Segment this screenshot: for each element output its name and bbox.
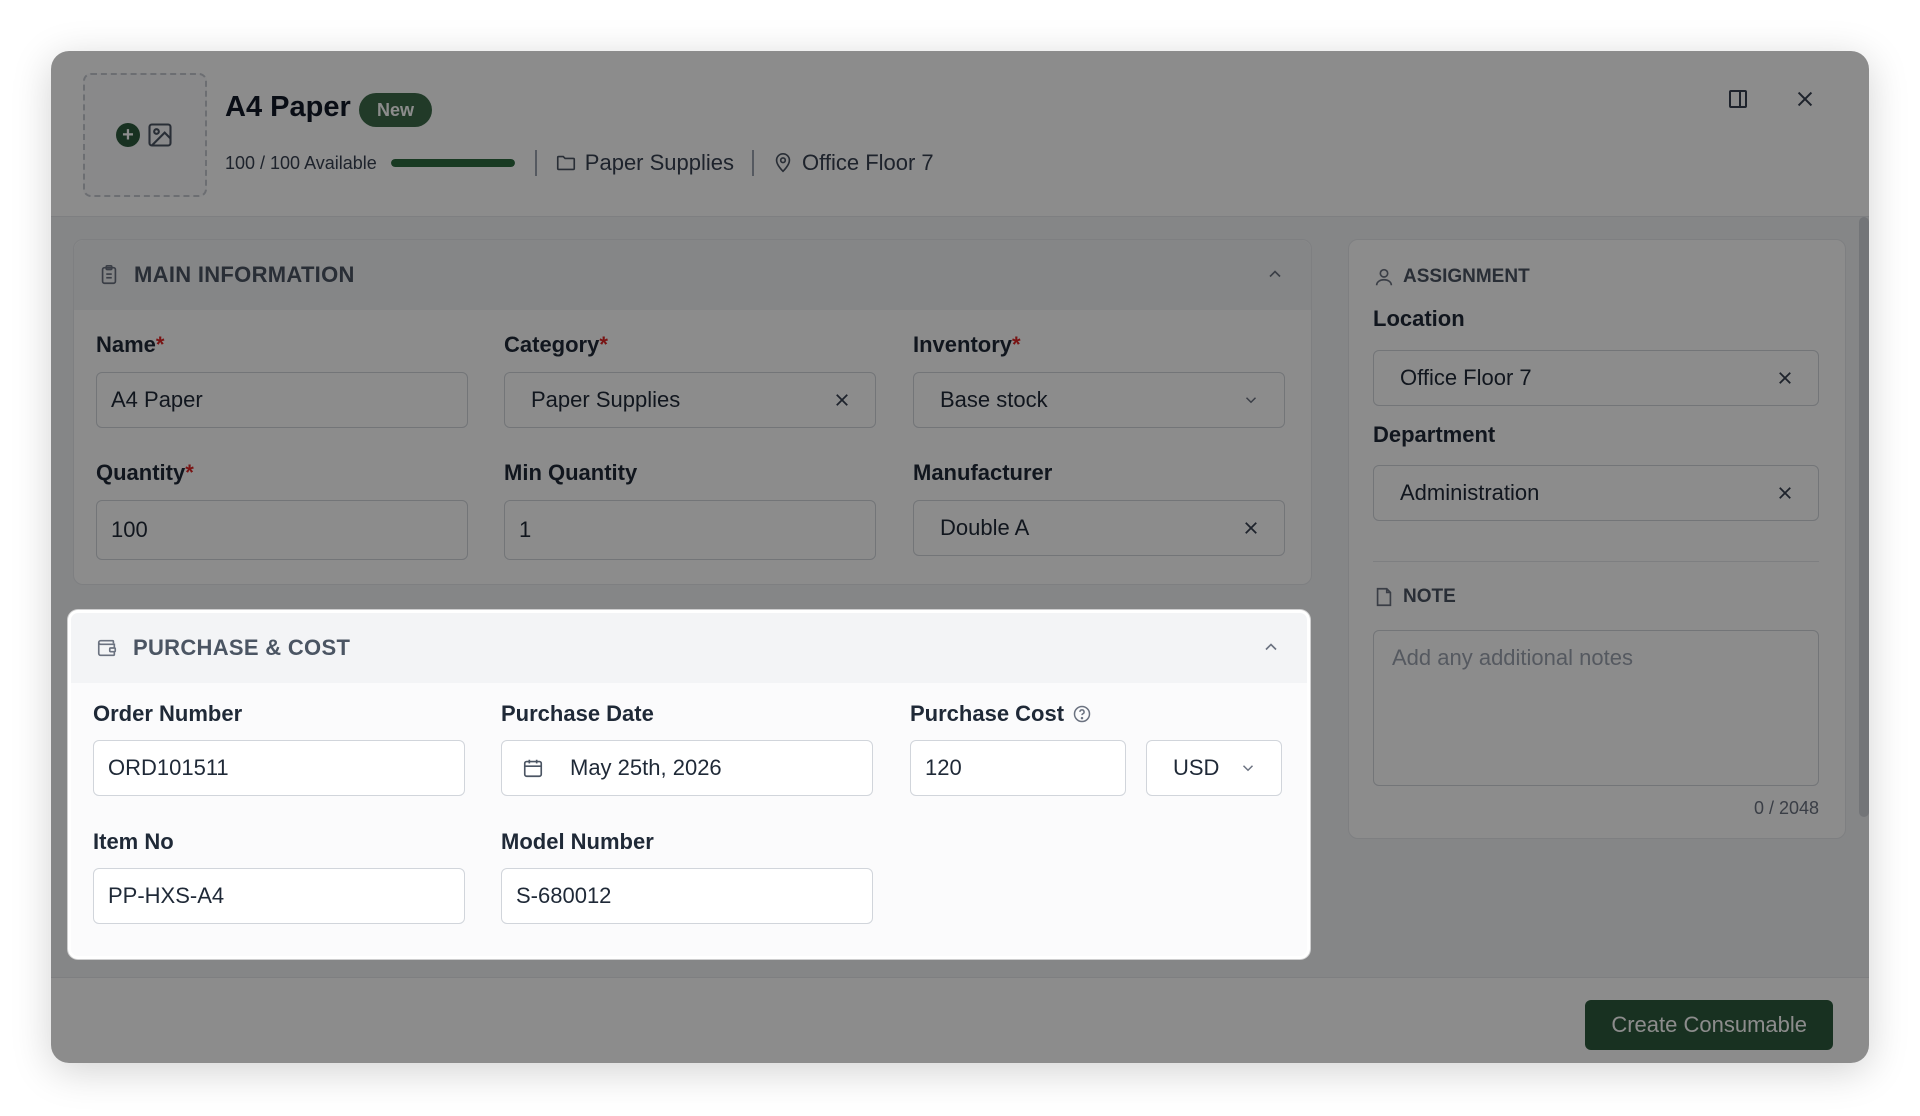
order-number-input[interactable]: ORD101511 xyxy=(93,740,465,796)
image-icon xyxy=(148,123,172,147)
purchase-cost-header[interactable]: PURCHASE & COST xyxy=(71,613,1307,683)
manufacturer-select[interactable]: Double A xyxy=(913,500,1285,556)
status-badge: New xyxy=(359,93,433,127)
assignment-title: ASSIGNMENT xyxy=(1373,266,1530,288)
main-information-title: MAIN INFORMATION xyxy=(134,262,355,287)
user-icon xyxy=(1375,268,1393,286)
clear-category-icon[interactable] xyxy=(833,391,851,409)
name-value: A4 Paper xyxy=(111,387,203,412)
category-select[interactable]: Paper Supplies xyxy=(504,372,876,428)
quantity-label: Quantity* xyxy=(96,460,194,485)
availability-progress-fill xyxy=(390,159,515,167)
quantity-value: 100 xyxy=(111,517,148,542)
close-icon xyxy=(1797,91,1813,107)
modal-header: + A4 Paper New 100 / 100 Available Paper… xyxy=(51,51,1869,217)
item-no-value: PP-HXS-A4 xyxy=(108,883,225,908)
model-number-label: Model Number xyxy=(501,829,654,854)
main-information-header[interactable]: MAIN INFORMATION xyxy=(74,240,1311,310)
clear-location-icon[interactable] xyxy=(1776,369,1794,387)
section-divider xyxy=(1373,561,1819,562)
meta-location-text: Office Floor 7 xyxy=(802,150,934,175)
min-quantity-value: 1 xyxy=(519,517,532,542)
purchase-cost-title: PURCHASE & COST xyxy=(133,635,351,660)
name-input[interactable]: A4 Paper xyxy=(96,372,468,428)
purchase-cost-input[interactable]: 120 xyxy=(910,740,1126,796)
wallet-icon xyxy=(97,639,117,657)
category-value: Paper Supplies xyxy=(531,387,681,412)
assignment-title-text: ASSIGNMENT xyxy=(1403,266,1530,287)
item-no-input[interactable]: PP-HXS-A4 xyxy=(93,868,465,924)
availability-progress xyxy=(390,159,515,167)
department-value: Administration xyxy=(1400,480,1540,505)
purchase-date-value: May 25th, 2026 xyxy=(570,755,722,780)
chevron-down-icon xyxy=(1245,397,1257,404)
purchase-date-label: Purchase Date xyxy=(501,701,654,726)
meta-location: Office Floor 7 xyxy=(772,150,934,176)
location-select[interactable]: Office Floor 7 xyxy=(1373,350,1819,406)
category-label: Category* xyxy=(504,332,608,357)
inventory-value: Base stock xyxy=(940,387,1048,412)
department-select[interactable]: Administration xyxy=(1373,465,1819,521)
scrollbar[interactable] xyxy=(1859,217,1869,817)
note-char-counter: 0 / 2048 xyxy=(1753,798,1819,818)
clear-department-icon[interactable] xyxy=(1776,484,1794,502)
inventory-label: Inventory* xyxy=(913,332,1021,357)
close-button[interactable] xyxy=(1787,81,1823,117)
inventory-select[interactable]: Base stock xyxy=(913,372,1285,428)
assignment-section: ASSIGNMENT Location Office Floor 7 Depar… xyxy=(1348,239,1846,839)
purchase-cost-section: PURCHASE & COST Order Number ORD101511 P… xyxy=(68,610,1310,959)
location-value: Office Floor 7 xyxy=(1400,365,1532,390)
min-quantity-input[interactable]: 1 xyxy=(504,500,876,560)
note-title: NOTE xyxy=(1373,586,1456,608)
purchase-cost-value: 120 xyxy=(925,755,962,780)
order-number-label: Order Number xyxy=(93,701,243,726)
purchase-cost-label: Purchase Cost xyxy=(910,701,1092,727)
order-number-value: ORD101511 xyxy=(108,755,229,780)
model-number-input[interactable]: S-680012 xyxy=(501,868,873,924)
purchase-date-picker[interactable]: May 25th, 2026 xyxy=(501,740,873,796)
currency-select[interactable]: USD xyxy=(1146,740,1282,796)
calendar-icon xyxy=(523,759,543,778)
manufacturer-value: Double A xyxy=(940,515,1030,540)
department-label: Department xyxy=(1373,422,1496,447)
model-number-value: S-680012 xyxy=(516,883,612,908)
sidebar-panel-icon xyxy=(1729,90,1747,108)
clear-manufacturer-icon[interactable] xyxy=(1242,519,1260,537)
availability-text: 100 / 100 Available xyxy=(225,152,377,173)
manufacturer-label: Manufacturer xyxy=(913,460,1053,485)
meta-category-text: Paper Supplies xyxy=(584,150,735,175)
chevron-up-icon[interactable] xyxy=(1265,264,1285,284)
image-upload[interactable]: + xyxy=(83,73,207,197)
item-title: A4 Paper xyxy=(225,91,351,123)
quantity-input[interactable]: 100 xyxy=(96,500,468,560)
currency-value: USD xyxy=(1173,755,1220,780)
chevron-up-icon[interactable] xyxy=(1261,637,1281,657)
clipboard-icon xyxy=(101,265,117,285)
location-label: Location xyxy=(1373,306,1465,331)
name-label: Name* xyxy=(96,332,165,357)
toggle-panel-button[interactable] xyxy=(1720,81,1756,117)
note-title-text: NOTE xyxy=(1403,586,1456,607)
item-meta: 100 / 100 Available Paper Supplies Offic… xyxy=(225,147,952,179)
meta-separator xyxy=(534,150,537,176)
map-pin-icon xyxy=(775,153,791,173)
modal-footer: Create Consumable xyxy=(51,977,1869,1063)
help-icon[interactable] xyxy=(1072,704,1092,724)
chevron-down-icon xyxy=(1242,765,1254,772)
meta-separator xyxy=(752,150,755,176)
note-textarea[interactable]: Add any additional notes xyxy=(1373,630,1819,786)
min-quantity-label: Min Quantity xyxy=(504,460,638,485)
item-no-label: Item No xyxy=(93,829,174,854)
create-consumable-button[interactable]: Create Consumable xyxy=(1585,1000,1833,1050)
purchase-cost-body: Order Number ORD101511 Purchase Date May… xyxy=(71,683,1307,956)
add-image-icon: + xyxy=(116,123,140,147)
folder-icon xyxy=(556,155,575,171)
main-information-section: MAIN INFORMATION Name* A4 Paper Category… xyxy=(73,239,1312,585)
meta-category: Paper Supplies xyxy=(555,150,734,176)
note-icon xyxy=(1376,587,1392,607)
